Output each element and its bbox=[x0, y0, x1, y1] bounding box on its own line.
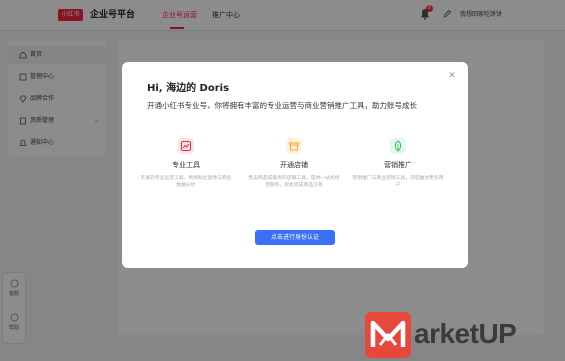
feature-title: 专业工具 bbox=[172, 161, 200, 169]
leaf-icon bbox=[390, 138, 406, 154]
feature-professional-tools: 专业工具 丰富的专业运营工具，例如粉丝画像与商业数据分析 bbox=[136, 138, 236, 189]
marketup-logo-icon bbox=[365, 312, 411, 358]
shop-icon bbox=[286, 138, 302, 154]
modal-subtitle: 开通小红书专业号，你将拥有丰富的专业运营与商业营销推广工具，助力账号成长 bbox=[147, 101, 417, 110]
feature-description: 售卖商品或服务的店铺工具，提供一站式经营服务，轻松完成商品交易 bbox=[248, 176, 340, 188]
feature-marketing-promotion: 营销推广 营销推广与商业营销工具，深度触达更多用户 bbox=[348, 138, 448, 189]
feature-description: 丰富的专业运营工具，例如粉丝画像与商业数据分析 bbox=[140, 176, 232, 188]
feature-description: 营销推广与商业营销工具，深度触达更多用户 bbox=[352, 176, 444, 188]
close-icon[interactable]: ✕ bbox=[446, 70, 458, 82]
onboarding-modal: ✕ Hi, 海边的 Doris 开通小红书专业号，你将拥有丰富的专业运营与商业营… bbox=[122, 62, 468, 268]
watermark-text: arketUP bbox=[414, 318, 517, 349]
verify-identity-button[interactable]: 点击进行身份认证 bbox=[255, 230, 335, 245]
trend-chart-icon bbox=[178, 138, 194, 154]
modal-title: Hi, 海边的 Doris bbox=[147, 83, 230, 94]
marketup-watermark: arketUP bbox=[364, 309, 564, 359]
feature-title: 开通店铺 bbox=[280, 161, 308, 169]
feature-title: 营销推广 bbox=[384, 161, 412, 169]
feature-open-shop: 开通店铺 售卖商品或服务的店铺工具，提供一站式经营服务，轻松完成商品交易 bbox=[244, 138, 344, 189]
